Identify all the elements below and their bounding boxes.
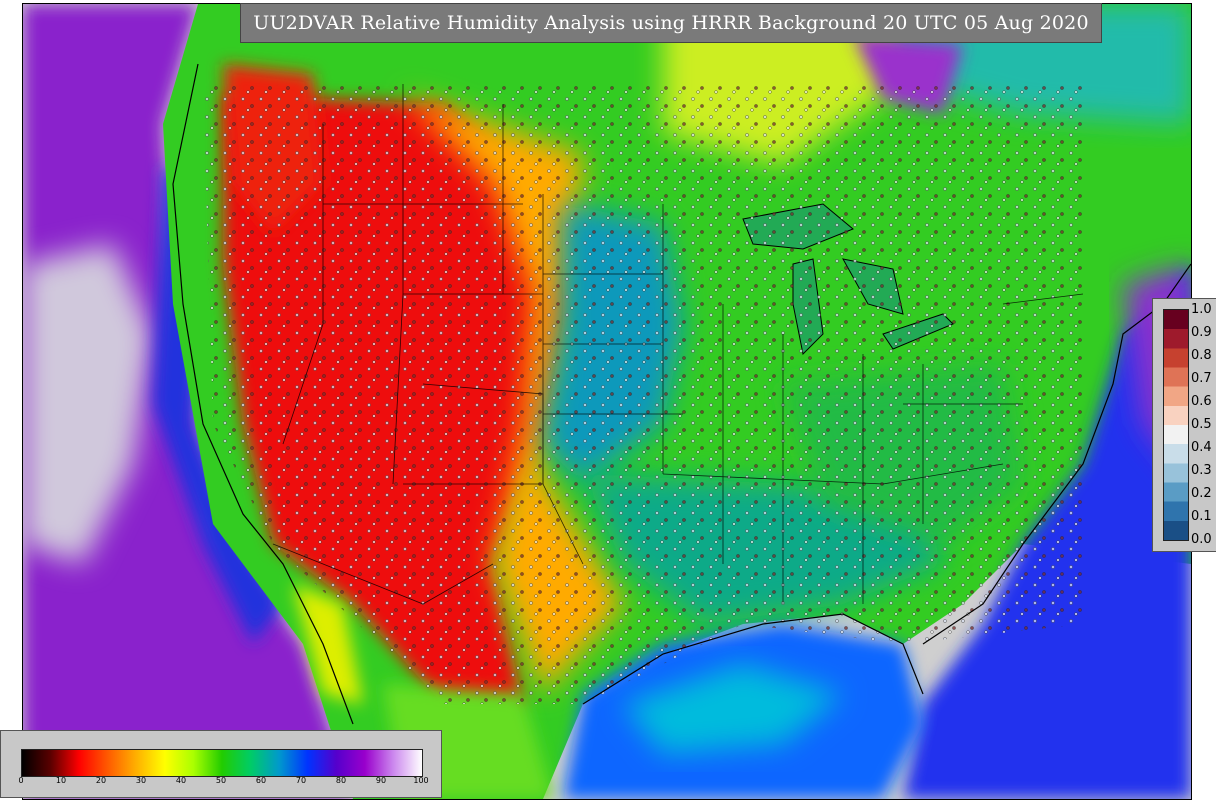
rh-colorbar-tick: 50 bbox=[215, 776, 227, 785]
rh-colorbar-tick: 70 bbox=[295, 776, 307, 785]
obs-colorbar-tick: 0.7 bbox=[1191, 371, 1212, 386]
rh-colorbar-tick: 20 bbox=[95, 776, 107, 785]
rh-colorbar-tick: 100 bbox=[413, 776, 429, 785]
obs-colorbar-tick: 0.8 bbox=[1191, 348, 1212, 363]
map-title: UU2DVAR Relative Humidity Analysis using… bbox=[240, 3, 1102, 43]
map-frame bbox=[22, 3, 1192, 800]
obs-colorbar-strip bbox=[1163, 309, 1189, 541]
obs-colorbar-tick: 0.9 bbox=[1191, 325, 1212, 340]
obs-colorbar-tick: 0.6 bbox=[1191, 394, 1212, 409]
rh-colorbar-tick: 90 bbox=[375, 776, 387, 785]
obs-colorbar: 1.0 0.9 0.8 0.7 0.6 0.5 0.4 0.3 0.2 0.1 0.0 bbox=[1152, 298, 1216, 552]
rh-colorbar-strip bbox=[21, 749, 423, 777]
obs-colorbar-tick: 0.4 bbox=[1191, 440, 1212, 455]
rh-colorbar-tick: 30 bbox=[135, 776, 147, 785]
rh-colorbar-tick: 80 bbox=[335, 776, 347, 785]
obs-colorbar-tick: 0.1 bbox=[1191, 509, 1212, 524]
rh-colorbar: 0 10 20 30 40 50 60 70 80 90 100 bbox=[0, 730, 442, 798]
obs-colorbar-tick: 0.5 bbox=[1191, 417, 1212, 432]
obs-colorbar-tick: 0.2 bbox=[1191, 486, 1212, 501]
rh-colorbar-tick: 40 bbox=[175, 776, 187, 785]
rh-colorbar-tick: 0 bbox=[18, 776, 24, 785]
obs-colorbar-tick: 1.0 bbox=[1191, 302, 1212, 317]
rh-colorbar-tick: 10 bbox=[55, 776, 67, 785]
rh-colorbar-tick: 60 bbox=[255, 776, 267, 785]
obs-colorbar-tick: 0.0 bbox=[1191, 532, 1212, 547]
obs-colorbar-tick: 0.3 bbox=[1191, 463, 1212, 478]
rh-analysis-map bbox=[23, 4, 1191, 799]
